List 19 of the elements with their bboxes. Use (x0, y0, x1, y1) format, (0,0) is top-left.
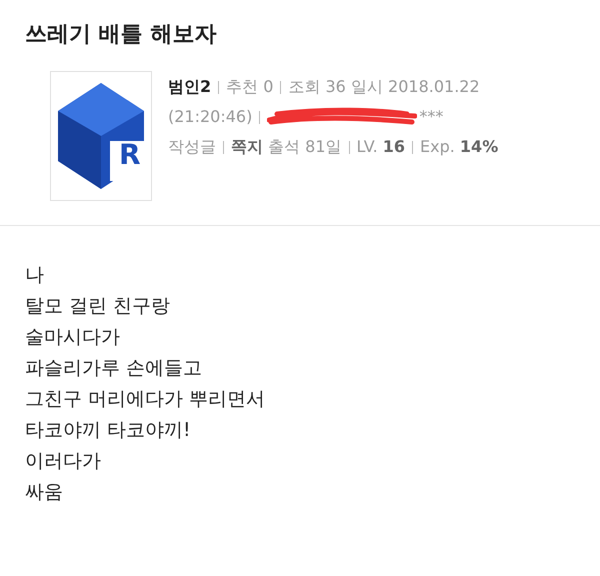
author-name[interactable]: 범인2 (168, 72, 212, 102)
post-meta: 추천 0 (226, 76, 274, 98)
ip-address: *** (419, 106, 444, 128)
cube-logo-icon (56, 81, 146, 191)
post-time: (21:20:46) (168, 106, 252, 128)
body-line: 나 (25, 263, 45, 288)
post-title: 쓰레기 배틀 해보자 (25, 21, 218, 49)
post-meta: 조회 36 일시 2018.01.22 (288, 76, 480, 98)
body-line: 파슬리가루 손에들고 (25, 356, 204, 381)
profile-stat[interactable]: 쪽지 출석 81일 (231, 132, 342, 162)
body-line: 탈모 걸린 친구랑 (25, 294, 172, 319)
body-line: 싸움 (25, 480, 64, 505)
body-line: 술마시다가 (25, 325, 121, 350)
body-line: 이러다가 (25, 449, 102, 474)
body-line: 타코야끼 타코야끼! (25, 418, 192, 443)
logo-letter: R (119, 141, 141, 169)
profile-stat: LV. 16 (356, 136, 406, 158)
body-line: 그친구 머리에다가 뿌리면서 (25, 387, 266, 412)
profile-stat: Exp. 14% (420, 136, 498, 158)
